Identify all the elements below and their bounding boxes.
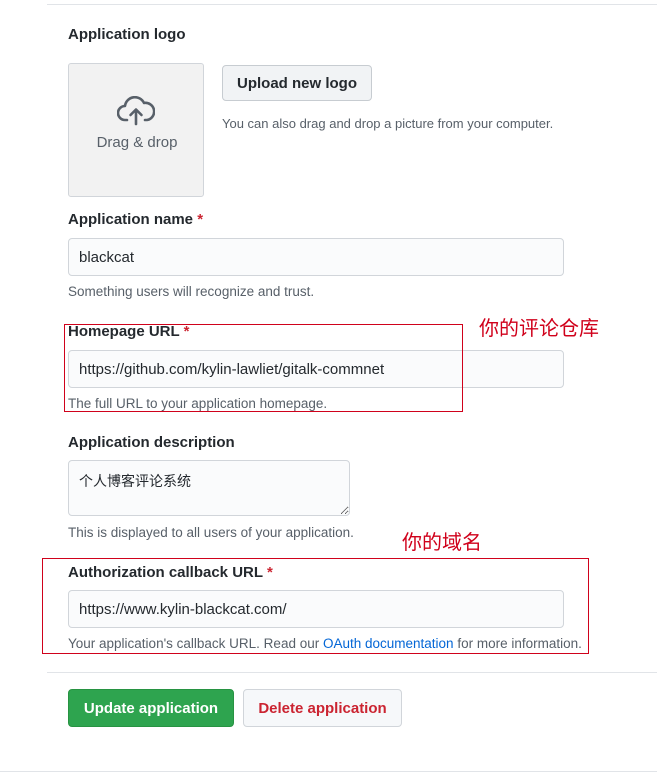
dropzone-text: Drag & drop [96, 134, 178, 151]
logo-dropzone[interactable]: Drag & drop [68, 63, 204, 197]
upload-hint: You can also drag and drop a picture fro… [222, 116, 554, 131]
name-label: Application name * [68, 211, 204, 228]
update-application-button[interactable]: Update application [68, 689, 234, 727]
actions-divider [47, 672, 657, 673]
homepage-annotation: 你的评论仓库 [479, 316, 599, 340]
oauth-documentation-link[interactable]: OAuth documentation [323, 636, 454, 651]
description-label: Application description [68, 434, 235, 451]
callback-hint: Your application's callback URL. Read ou… [68, 636, 582, 651]
description-hint: This is displayed to all users of your a… [68, 525, 354, 540]
application-description-textarea[interactable]: 个人博客评论系统 [68, 460, 350, 516]
callback-url-input[interactable] [68, 590, 564, 628]
name-hint: Something users will recognize and trust… [68, 284, 315, 299]
homepage-highlight-box [64, 324, 463, 412]
bottom-divider [0, 771, 657, 772]
callback-annotation: 你的域名 [402, 530, 482, 554]
top-divider [47, 4, 657, 5]
cloud-upload-icon [117, 96, 155, 126]
upload-logo-button[interactable]: Upload new logo [222, 65, 372, 101]
callback-label: Authorization callback URL * [68, 564, 273, 581]
application-name-input[interactable] [68, 238, 564, 276]
logo-label: Application logo [68, 26, 186, 43]
delete-application-button[interactable]: Delete application [243, 689, 402, 727]
